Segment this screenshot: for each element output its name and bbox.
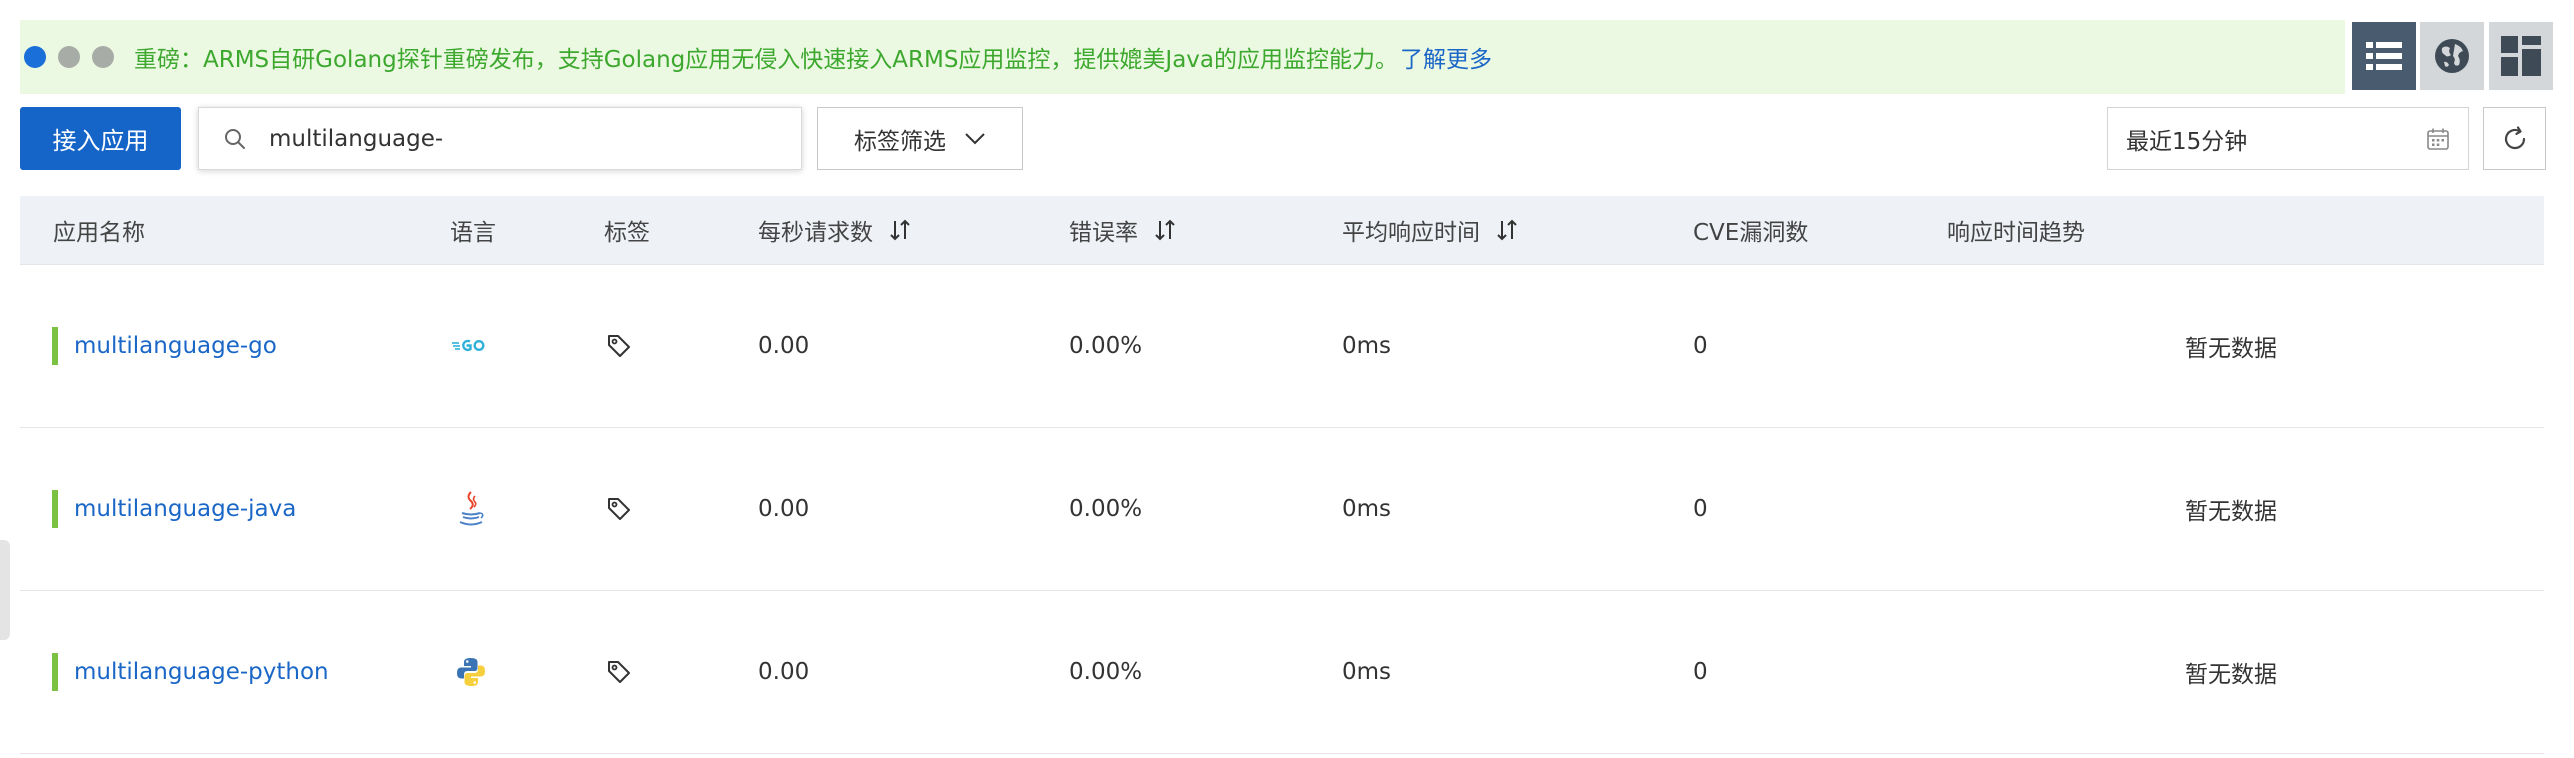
header-avg-response-time: 平均响应时间 <box>1342 196 1518 264</box>
status-bar <box>52 327 58 365</box>
sort-icon[interactable] <box>889 218 911 242</box>
status-bar <box>52 653 58 691</box>
avg-rt-value: 0ms <box>1342 496 1392 522</box>
window-dots <box>24 46 126 68</box>
dot-active <box>24 46 46 68</box>
grid-view-button[interactable] <box>2489 22 2553 90</box>
tag-icon[interactable] <box>606 496 632 522</box>
tag-filter-dropdown[interactable]: 标签筛选 <box>817 107 1023 170</box>
search-icon <box>223 124 253 154</box>
python-language-icon <box>455 656 487 688</box>
table-header: 应用名称 语言 标签 每秒请求数 错误率 平均响应时间 CVE漏洞数 响应时间趋… <box>20 196 2544 265</box>
calendar-icon <box>2426 127 2450 151</box>
rps-value: 0.00 <box>758 659 810 685</box>
header-response-trend: 响应时间趋势 <box>1947 220 2085 246</box>
header-language: 语言 <box>450 220 496 246</box>
chevron-down-icon <box>964 132 986 146</box>
sort-icon[interactable] <box>1496 218 1518 242</box>
table-row: multilanguage-python 0.00 0.00% 0ms 0 暂无… <box>20 591 2544 754</box>
side-panel-handle[interactable] <box>0 540 10 640</box>
header-cve-count: CVE漏洞数 <box>1693 220 1809 246</box>
cve-value: 0 <box>1693 659 1708 685</box>
error-rate-value: 0.00% <box>1069 496 1143 522</box>
avg-rt-value: 0ms <box>1342 333 1392 359</box>
refresh-button[interactable] <box>2483 107 2546 170</box>
dot-inactive <box>92 46 114 68</box>
time-range-label: 最近15分钟 <box>2126 128 2248 155</box>
status-bar <box>52 490 58 528</box>
table-row: multilanguage-java 0.00 0.00% 0ms 0 暂无数据 <box>20 428 2544 591</box>
trend-value: 暂无数据 <box>2185 336 2277 362</box>
dot-inactive <box>58 46 80 68</box>
header-tags: 标签 <box>604 220 650 246</box>
tag-filter-label: 标签筛选 <box>854 128 946 155</box>
tag-icon[interactable] <box>606 333 632 359</box>
learn-more-link[interactable]: 了解更多 <box>1400 40 1492 74</box>
search-box[interactable] <box>198 107 802 170</box>
header-app-name: 应用名称 <box>53 220 145 246</box>
announcement-banner: 重磅：ARMS自研Golang探针重磅发布，支持Golang应用无侵入快速接入A… <box>20 20 2345 94</box>
banner-text: 重磅：ARMS自研Golang探针重磅发布，支持Golang应用无侵入快速接入A… <box>134 47 1399 73</box>
app-list-page: 重磅：ARMS自研Golang探针重磅发布，支持Golang应用无侵入快速接入A… <box>0 0 2574 758</box>
header-rps: 每秒请求数 <box>758 196 911 264</box>
search-input[interactable] <box>267 124 771 153</box>
app-name-link[interactable]: multilanguage-java <box>74 496 296 522</box>
app-name-link[interactable]: multilanguage-go <box>74 333 277 359</box>
globe-view-icon <box>2435 39 2469 73</box>
error-rate-value: 0.00% <box>1069 659 1143 685</box>
rps-value: 0.00 <box>758 496 810 522</box>
header-error-rate: 错误率 <box>1069 196 1176 264</box>
cve-value: 0 <box>1693 333 1708 359</box>
cve-value: 0 <box>1693 496 1708 522</box>
tag-icon[interactable] <box>606 659 632 685</box>
java-language-icon <box>456 490 486 528</box>
trend-value: 暂无数据 <box>2185 499 2277 525</box>
rps-value: 0.00 <box>758 333 810 359</box>
error-rate-value: 0.00% <box>1069 333 1143 359</box>
app-name-link[interactable]: multilanguage-python <box>74 659 329 685</box>
list-view-icon <box>2366 42 2402 70</box>
grid-view-icon <box>2501 36 2541 76</box>
refresh-icon <box>2504 125 2525 149</box>
connect-app-button[interactable]: 接入应用 <box>20 107 181 170</box>
go-language-icon <box>452 337 486 355</box>
sort-icon[interactable] <box>1154 218 1176 242</box>
avg-rt-value: 0ms <box>1342 659 1392 685</box>
list-view-button[interactable] <box>2352 22 2416 90</box>
trend-value: 暂无数据 <box>2185 662 2277 688</box>
time-range-picker[interactable]: 最近15分钟 <box>2107 107 2469 170</box>
table-row: multilanguage-go 0.00 0.00% 0ms 0 暂无数据 <box>20 265 2544 428</box>
globe-view-button[interactable] <box>2420 22 2484 90</box>
